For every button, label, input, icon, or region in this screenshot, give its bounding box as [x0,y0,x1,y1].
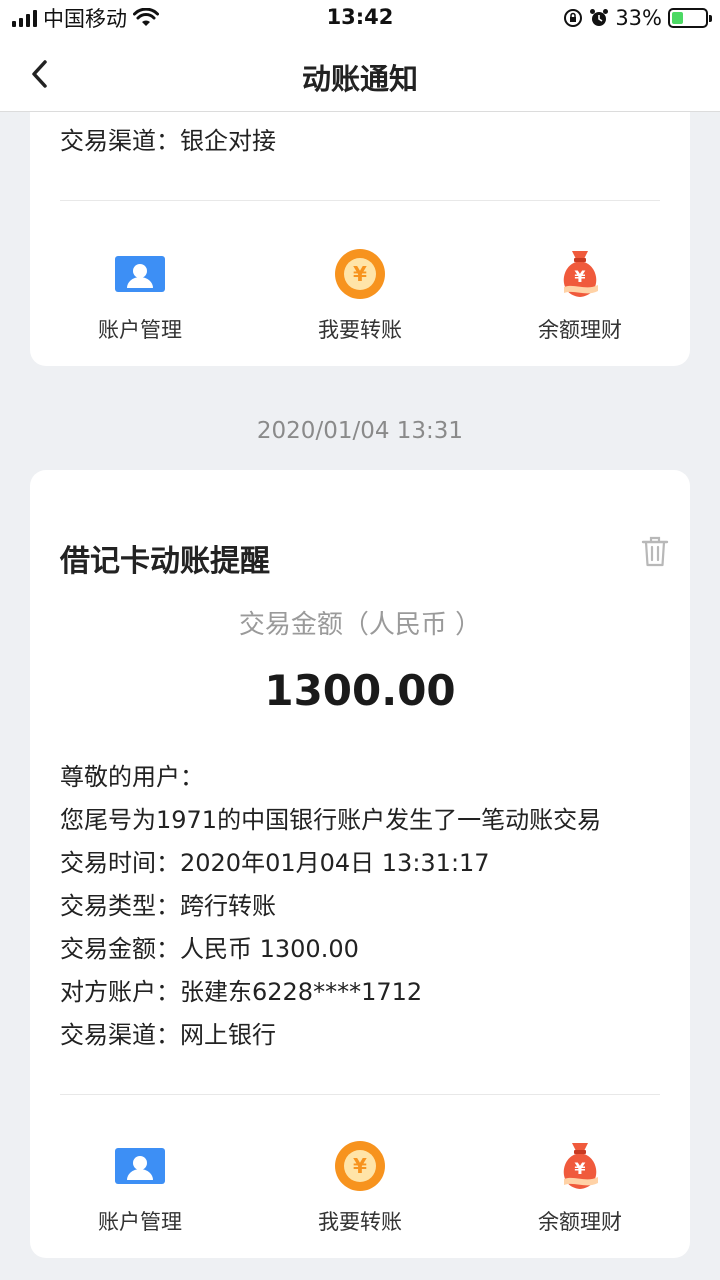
svg-text:¥: ¥ [574,267,585,286]
trash-icon [641,536,669,567]
divider [60,1094,660,1095]
svg-text:¥: ¥ [574,1159,585,1178]
status-right: 33% [563,6,712,30]
divider [60,200,660,201]
action-label: 余额理财 [538,318,622,342]
notification-card: 借记卡动账提醒 交易金额（人民币 ） 1300.00 尊敬的用户： 您尾号为19… [30,470,690,1258]
action-row: 账户管理 ¥ 我要转账 ¥ 余额理财 [30,1138,690,1248]
transfer-button[interactable]: ¥ 我要转账 [250,246,470,356]
balance-finance-button[interactable]: ¥ 余额理财 [470,1138,690,1248]
amount-label: 交易金额（人民币 ） [238,610,482,640]
transaction-channel: 交易渠道：银企对接 [60,127,276,155]
transaction-channel: 交易渠道：网上银行 [60,1021,276,1049]
money-bag-icon: ¥ [552,246,608,302]
counterparty-account: 对方账户：张建东6228****1712 [60,978,423,1006]
yuan-coin-icon: ¥ [332,1138,388,1194]
action-label: 账户管理 [98,1210,182,1234]
delete-button[interactable] [638,534,672,568]
action-label: 账户管理 [98,318,182,342]
status-bar: 中国移动 13:42 33% [0,0,720,36]
message-line: 尊敬的用户： [60,763,204,791]
transaction-time: 交易时间：2020年01月04日 13:31:17 [60,849,490,877]
date-separator: 2020/01/04 13:31 [256,418,464,444]
action-row: 账户管理 ¥ 我要转账 ¥ 余额理财 [30,246,690,356]
amount-value: 1300.00 [264,666,456,715]
yuan-coin-icon: ¥ [332,246,388,302]
battery-icon [668,8,712,28]
transaction-amount: 交易金额：人民币 1300.00 [60,935,359,963]
balance-finance-button[interactable]: ¥ 余额理财 [470,246,690,356]
page-title: 动账通知 [301,62,418,96]
alarm-icon [590,9,609,26]
svg-text:¥: ¥ [353,1154,367,1178]
battery-percent: 33% [615,6,662,30]
card-title: 借记卡动账提醒 [60,544,270,579]
account-management-button[interactable]: 账户管理 [30,246,250,356]
transaction-type: 交易类型：跨行转账 [60,892,276,920]
action-label: 我要转账 [318,318,402,342]
svg-text:¥: ¥ [353,262,367,286]
previous-notification-card: 交易渠道：银企对接 账户管理 ¥ 我要转账 ¥ 余额理财 [30,90,690,366]
nav-bar: 动账通知 [0,36,720,112]
transfer-button[interactable]: ¥ 我要转账 [250,1138,470,1248]
message-line: 您尾号为1971的中国银行账户发生了一笔动账交易 [60,806,602,834]
rotation-lock-icon [564,9,583,27]
account-card-icon [112,1138,168,1194]
action-label: 余额理财 [538,1210,622,1234]
account-card-icon [112,246,168,302]
account-management-button[interactable]: 账户管理 [30,1138,250,1248]
top-bar: 中国移动 13:42 33% 动账通知 [0,0,720,112]
action-label: 我要转账 [318,1210,402,1234]
money-bag-icon: ¥ [552,1138,608,1194]
